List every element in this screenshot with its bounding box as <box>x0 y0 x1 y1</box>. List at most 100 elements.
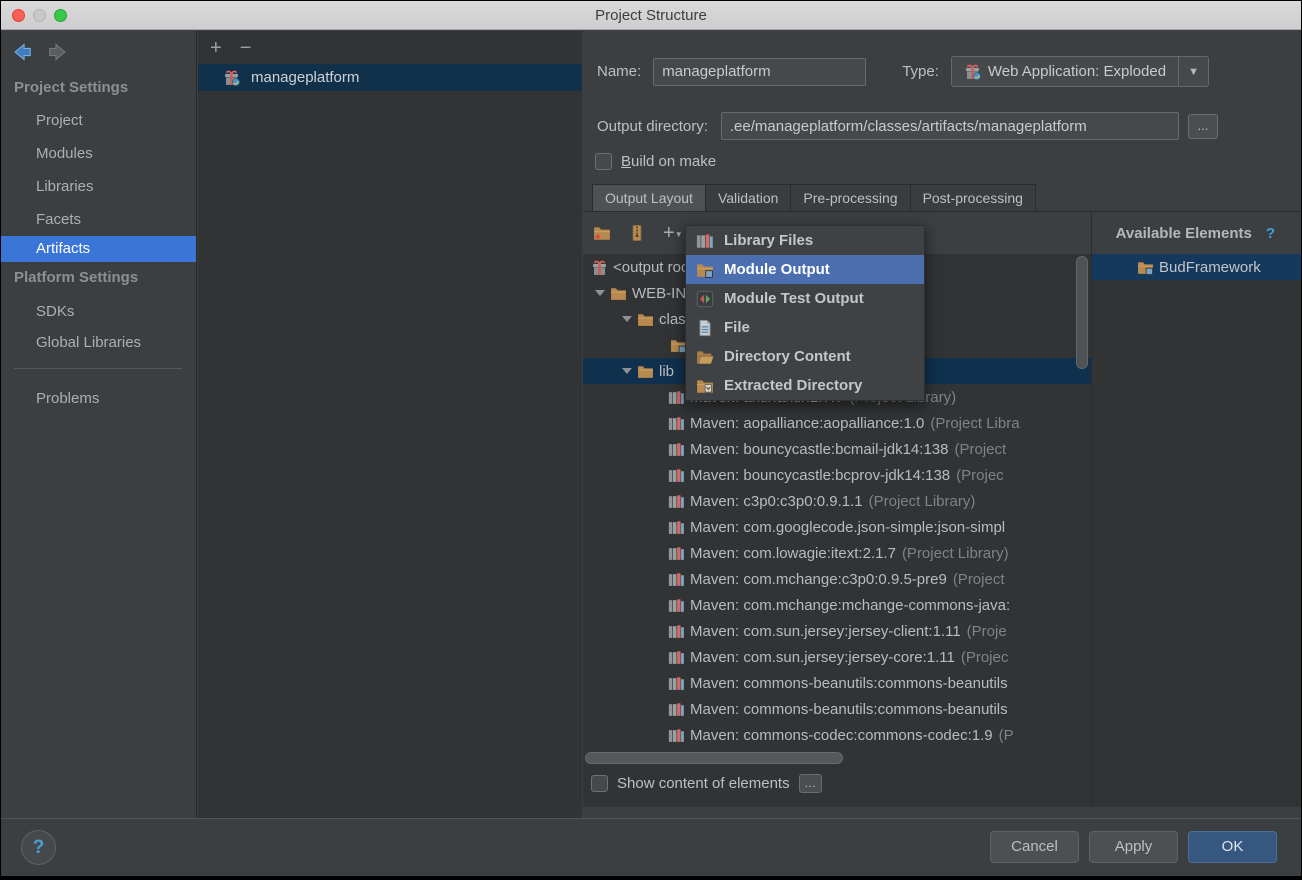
dialog-footer: ? Cancel Apply OK <box>1 818 1301 876</box>
close-window-button[interactable] <box>12 9 25 22</box>
available-element-name: BudFramework <box>1159 258 1261 276</box>
build-on-make-checkbox[interactable] <box>595 153 612 170</box>
artifact-name-input[interactable] <box>653 57 867 86</box>
library-icon <box>668 520 684 534</box>
window-title: Project Structure <box>595 6 707 24</box>
section-project-settings: Project Settings <box>14 79 129 96</box>
folder-icon <box>638 313 653 326</box>
maven-library-row[interactable]: Maven: com.sun.jersey:jersey-client:1.11… <box>583 618 1091 644</box>
menu-item-directory-content[interactable]: Directory Content <box>686 342 924 371</box>
library-icon <box>668 416 684 430</box>
artifact-type-value: Web Application: Exploded <box>987 63 1167 80</box>
library-icon <box>668 494 684 508</box>
zoom-window-button[interactable] <box>54 9 67 22</box>
show-content-checkbox[interactable] <box>591 775 608 792</box>
artifact-name: manageplatform <box>251 69 360 86</box>
sidebar-item-facets[interactable]: Facets <box>1 207 196 233</box>
sidebar-divider <box>14 368 182 369</box>
maven-library-list: Maven: antlr:antlr:2.7.7(Project Library… <box>583 384 1091 748</box>
maven-library-row[interactable]: Maven: aopalliance:aopalliance:1.0 (Proje… <box>583 410 1091 436</box>
artifact-detail-panel: Name: Type: Web Application: Exploded ▼ … <box>583 31 1301 818</box>
menu-item-library-files[interactable]: Library Files <box>686 226 924 255</box>
tab-validation[interactable]: Validation <box>704 184 792 212</box>
maven-library-row[interactable]: Maven: bouncycastle:bcprov-jdk14:138 (Pro… <box>583 462 1091 488</box>
sidebar-item-problems[interactable]: Problems <box>1 386 196 412</box>
maven-library-row[interactable]: Maven: com.mchange:mchange-commons-java: <box>583 592 1091 618</box>
folder-icon <box>638 365 653 378</box>
output-directory-input[interactable] <box>720 112 1179 140</box>
sidebar-item-libraries[interactable]: Libraries <box>1 174 196 200</box>
maven-library-row[interactable]: Maven: com.lowagie:itext:2.1.7 (Project L… <box>583 540 1091 566</box>
tree-horizontal-scrollbar[interactable] <box>585 752 843 764</box>
help-button[interactable]: ? <box>21 830 56 865</box>
artifact-type-select[interactable]: Web Application: Exploded ▼ <box>950 56 1210 87</box>
expand-arrow-icon[interactable] <box>595 290 605 296</box>
new-folder-icon[interactable] <box>593 224 611 242</box>
available-elements-help-icon[interactable]: ? <box>1266 225 1275 242</box>
add-element-button[interactable]: + ▼ <box>663 223 683 243</box>
artifacts-list-panel: + − manageplatform <box>198 31 582 818</box>
menu-item-module-test-output[interactable]: Module Test Output <box>686 284 924 313</box>
browse-output-directory-button[interactable]: ... <box>1187 113 1218 139</box>
tab-post-processing[interactable]: Post-processing <box>909 184 1036 212</box>
expand-arrow-icon[interactable] <box>622 316 632 322</box>
menu-item-file[interactable]: File <box>686 313 924 342</box>
menu-item-module-output[interactable]: Module Output <box>686 255 924 284</box>
library-icon <box>668 390 684 404</box>
forward-arrow-icon[interactable] <box>47 41 69 63</box>
menu-item-extracted-directory[interactable]: Extracted Directory <box>686 371 924 400</box>
sidebar-item-modules[interactable]: Modules <box>1 141 196 167</box>
expand-arrow-icon[interactable] <box>622 368 632 374</box>
sidebar-item-artifacts[interactable]: Artifacts <box>1 236 196 262</box>
project-structure-dialog: Project Structure Project Settings Proje… <box>0 0 1302 880</box>
show-content-label: Show content of elements <box>617 775 790 792</box>
type-dropdown-arrow[interactable]: ▼ <box>1178 57 1208 86</box>
maven-library-row[interactable]: Maven: com.mchange:c3p0:0.9.5-pre9 (Proje… <box>583 566 1091 592</box>
library-icon <box>668 650 684 664</box>
sidebar-item-sdks[interactable]: SDKs <box>1 299 196 325</box>
create-archive-icon[interactable] <box>628 224 646 242</box>
library-icon <box>668 572 684 586</box>
sidebar-item-global-libraries[interactable]: Global Libraries <box>1 330 196 356</box>
build-on-make-label: Build on make <box>621 153 717 170</box>
file-icon <box>699 319 711 336</box>
folder-icon <box>611 287 626 300</box>
tab-pre-processing[interactable]: Pre-processing <box>790 184 911 212</box>
show-content-options-button[interactable]: … <box>798 774 822 793</box>
tree-vertical-scrollbar[interactable] <box>1076 256 1088 369</box>
add-artifact-button[interactable]: + <box>210 38 222 58</box>
section-platform-settings: Platform Settings <box>14 269 139 286</box>
maven-library-row[interactable]: Maven: com.googlecode.json-simple:json-s… <box>583 514 1091 540</box>
module-test-output-icon <box>696 290 714 307</box>
maven-library-row[interactable]: Maven: commons-beanutils:commons-beanuti… <box>583 670 1091 696</box>
cancel-button[interactable]: Cancel <box>990 831 1079 863</box>
maven-library-row[interactable]: Maven: commons-codec:commons-codec:1.9 (P <box>583 722 1091 748</box>
available-element-item[interactable]: BudFramework <box>1092 254 1301 280</box>
maven-library-row[interactable]: Maven: com.sun.jersey:jersey-core:1.11 (P… <box>583 644 1091 670</box>
extracted-directory-icon <box>696 377 714 395</box>
minimize-window-button[interactable] <box>33 9 46 22</box>
type-label: Type: <box>902 63 939 80</box>
add-element-context-menu: Library Files Module Output Module Test … <box>685 225 925 401</box>
maven-library-row[interactable]: Maven: c3p0:c3p0:0.9.1.1 (Project Library… <box>583 488 1091 514</box>
library-icon <box>668 728 684 742</box>
available-elements-panel: Available Elements ? BudFramework <box>1091 212 1301 807</box>
back-arrow-icon[interactable] <box>11 41 33 63</box>
library-icon <box>668 442 684 456</box>
directory-content-icon <box>697 350 714 364</box>
remove-artifact-button[interactable]: − <box>240 38 252 58</box>
output-directory-label: Output directory: <box>597 117 708 135</box>
available-elements-title: Available Elements <box>1115 224 1252 242</box>
library-icon <box>668 702 684 716</box>
apply-button[interactable]: Apply <box>1089 831 1178 863</box>
artifacts-toolbar: + − <box>198 31 582 64</box>
ok-button[interactable]: OK <box>1188 831 1277 863</box>
tab-output-layout[interactable]: Output Layout <box>592 184 706 212</box>
artifact-root-icon <box>592 260 607 276</box>
maven-library-row[interactable]: Maven: bouncycastle:bcmail-jdk14:138 (Pro… <box>583 436 1091 462</box>
web-artifact-icon <box>965 64 981 80</box>
artifact-list-item[interactable]: manageplatform <box>198 64 582 91</box>
maven-library-row[interactable]: Maven: commons-beanutils:commons-beanuti… <box>583 696 1091 722</box>
library-icon <box>668 546 684 560</box>
sidebar-item-project[interactable]: Project <box>1 108 196 134</box>
